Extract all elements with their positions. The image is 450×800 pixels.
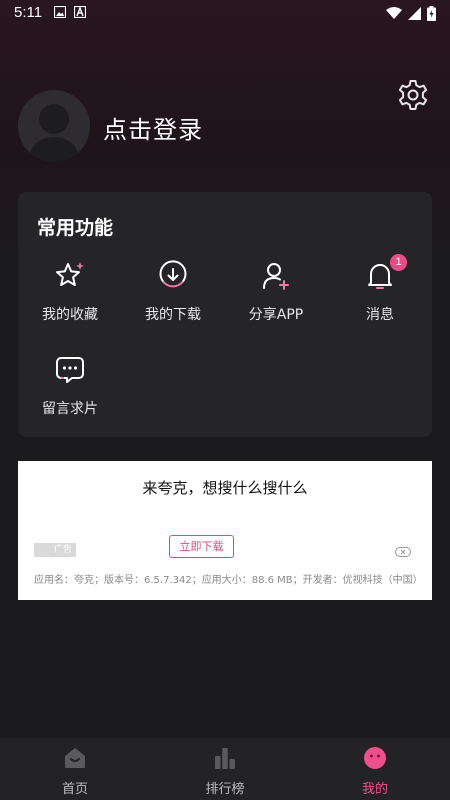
request-movie-button[interactable]: 留言求片: [18, 354, 122, 434]
nav-ranking[interactable]: 排行榜: [150, 738, 300, 800]
message-badge: 1: [390, 254, 407, 271]
signal-icon: [408, 6, 421, 20]
messages-label: 消息: [366, 307, 394, 323]
ad-download-button[interactable]: 立即下载: [169, 535, 234, 558]
nav-me[interactable]: 我的: [300, 738, 450, 800]
ad-title: 来夸克，想搜什么搜什么: [142, 479, 308, 497]
ad-tag: 广告: [34, 543, 76, 557]
settings-gear-icon[interactable]: [396, 78, 430, 112]
download-icon: [159, 260, 187, 288]
nav-ranking-label: 排行榜: [205, 782, 245, 797]
a-notification-icon: [74, 6, 86, 18]
status-bar: 5:11: [0, 0, 450, 26]
me-face-icon: [364, 747, 386, 769]
login-prompt[interactable]: 点击登录: [103, 110, 203, 145]
wifi-icon: [386, 6, 402, 19]
ad-app-info: 应用名：夸克；版本号：6.5.7.342；应用大小：88.6 MB；开发者：优视…: [34, 575, 423, 586]
star-sparkle-icon: [56, 262, 84, 286]
avatar[interactable]: [18, 90, 90, 162]
nav-me-label: 我的: [361, 782, 388, 797]
image-notification-icon: [54, 6, 66, 18]
home-icon: [65, 748, 85, 768]
card-title: 常用功能: [37, 217, 114, 239]
downloads-button[interactable]: 我的下载: [121, 260, 225, 340]
common-functions-card: 常用功能 我的收藏 我的下载 分享APP 1 消息 留言求片: [18, 192, 432, 437]
status-time: 5:11: [14, 4, 43, 21]
downloads-label: 我的下载: [145, 307, 201, 323]
bottom-navigation: 首页 排行榜 我的: [0, 738, 450, 800]
messages-button[interactable]: 1 消息: [328, 254, 432, 340]
message-icon: [56, 357, 84, 383]
battery-icon: [427, 5, 436, 21]
ad-close-icon[interactable]: [395, 547, 411, 557]
favorites-label: 我的收藏: [42, 307, 98, 323]
share-app-button[interactable]: 分享APP: [224, 260, 328, 340]
nav-home[interactable]: 首页: [0, 738, 150, 800]
add-user-icon: [263, 263, 289, 290]
favorites-button[interactable]: 我的收藏: [18, 260, 122, 340]
nav-home-label: 首页: [61, 782, 88, 797]
ranking-icon: [215, 748, 235, 769]
default-avatar-icon: [28, 104, 80, 162]
share-app-label: 分享APP: [248, 307, 304, 323]
ad-banner[interactable]: 来夸克，想搜什么搜什么 广告 立即下载 应用名：夸克；版本号：6.5.7.342…: [18, 461, 432, 600]
status-right: [386, 4, 436, 22]
request-movie-label: 留言求片: [42, 401, 98, 417]
